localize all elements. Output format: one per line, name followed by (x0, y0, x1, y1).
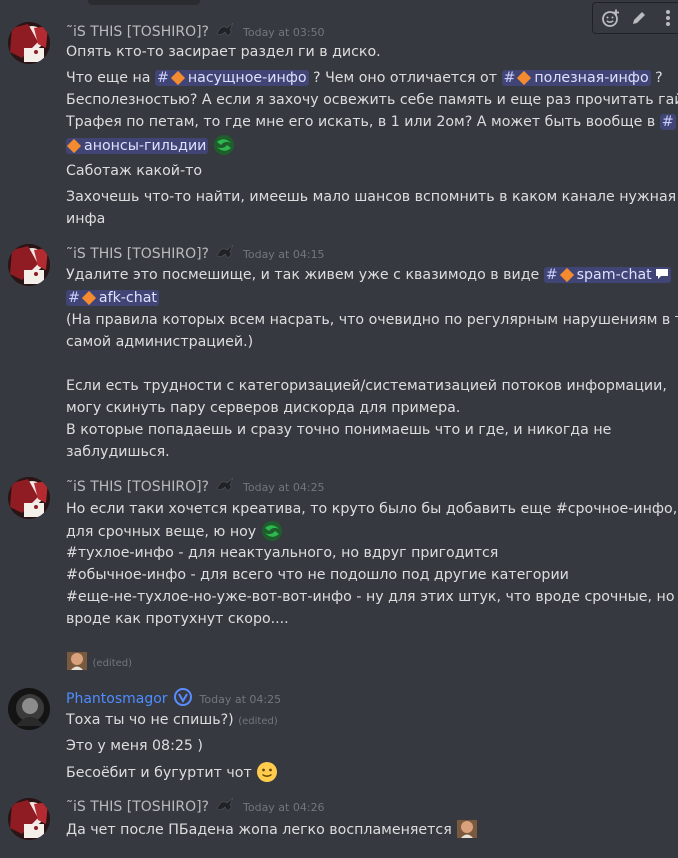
message-text: анонсы-гильдии (66, 134, 666, 157)
orange-diamond-icon (81, 290, 96, 306)
username[interactable]: ˜iS THIS [TOSHIRO]? (66, 799, 209, 815)
text-segment: Что еще на (66, 70, 155, 86)
timestamp: Today at 03:50 (243, 25, 325, 39)
add-reaction-icon[interactable] (601, 7, 621, 29)
green-emoji-icon[interactable] (261, 520, 283, 542)
dragon-badge-icon (215, 22, 235, 42)
message-header: ˜iS THIS [TOSHIRO]? Today at 03:50 (66, 22, 325, 42)
username[interactable]: ˜iS THIS [TOSHIRO]? (66, 479, 209, 495)
message-text: (На правила которых всем насрать, что оч… (66, 312, 678, 328)
username[interactable]: ˜iS THIS [TOSHIRO]? (66, 24, 209, 40)
channel-mention[interactable]: # afk-chat (66, 290, 159, 306)
previous-image-edge (88, 0, 200, 5)
text-segment: Тоха ты чо не спишь?) (66, 712, 234, 728)
orange-diamond-icon (559, 267, 574, 283)
hash-icon: # (503, 70, 516, 86)
hash-icon: # (545, 267, 558, 283)
hypesquad-badge-icon (173, 688, 192, 710)
timestamp: Today at 04:25 (199, 692, 282, 706)
avatar[interactable] (8, 244, 50, 286)
message-text: Да чет после ПБадена жопа легко воспламе… (66, 818, 666, 841)
channel-mention[interactable]: # насущное-инфо (155, 70, 309, 86)
avatar[interactable] (8, 22, 50, 64)
message-header: ˜iS THIS [TOSHIRO]? Today at 04:25 (66, 477, 325, 497)
more-options-icon[interactable] (658, 7, 678, 29)
channel-name: полезная-инфо (534, 70, 649, 86)
orange-diamond-icon (66, 138, 82, 154)
message-actions-toolbar (592, 2, 678, 34)
message-header: ˜iS THIS [TOSHIRO]? Today at 04:26 (66, 797, 325, 817)
message-text: Удалите это посмешище, и так живем уже с… (66, 264, 671, 286)
message-text: Саботаж какой-то (66, 163, 203, 179)
message-text: Трафея по петам, то где мне его искать, … (66, 111, 676, 133)
message-text: Если есть трудности с категоризацией/сис… (66, 378, 667, 394)
message-text: вроде как протухнут скоро.... (66, 611, 289, 627)
channel-mention[interactable]: анонсы-гильдии (66, 138, 209, 154)
text-segment: Да чет после ПБадена жопа легко воспламе… (66, 822, 452, 838)
message-text: заблудишься. (66, 444, 170, 460)
message-text: могу скинуть пару серверов дискорда для … (66, 400, 461, 416)
username[interactable]: ˜iS THIS [TOSHIRO]? (66, 246, 209, 262)
message-header: Phantosmagor Today at 04:25 (66, 688, 281, 710)
message-text: # afk-chat (66, 287, 666, 309)
timestamp: Today at 04:25 (243, 480, 325, 494)
dragon-badge-icon (215, 477, 235, 497)
message-text: Это у меня 08:25 ) (66, 738, 203, 754)
message-text: инфа (66, 211, 106, 227)
message-text: Бесоёбит и бугуртит чот (66, 761, 666, 784)
message-text: самой администрацией.) (66, 334, 254, 350)
timestamp: Today at 04:15 (243, 247, 325, 261)
edited-marker: (edited) (238, 716, 278, 727)
message-header: ˜iS THIS [TOSHIRO]? Today at 04:15 (66, 244, 325, 264)
avatar[interactable] (8, 688, 50, 730)
text-segment: Бесоёбит и бугуртит чот (66, 765, 252, 781)
message-text: В которые попадаешь и сразу точно понима… (66, 422, 612, 438)
channel-name: анонсы-гильдии (84, 138, 207, 154)
text-segment: ? Чем оно отличается от (308, 70, 502, 86)
message-text: (edited) (66, 650, 666, 675)
dragon-badge-icon (215, 797, 235, 817)
slight-smile-emoji-icon[interactable] (256, 761, 278, 783)
message-text: #тухлое-инфо - для неактуального, но вдр… (66, 545, 499, 561)
username[interactable]: Phantosmagor (66, 691, 168, 707)
avatar[interactable] (8, 477, 50, 519)
hash-icon: # (157, 70, 169, 86)
edited-marker: (edited) (92, 658, 133, 669)
orange-diamond-icon (170, 70, 185, 86)
text-segment: Трафея по петам, то где мне его искать, … (66, 114, 660, 130)
message-text: для срочных веще, ю ноу (66, 520, 666, 543)
channel-mention[interactable]: # полезная-инфо (501, 70, 651, 86)
orange-diamond-icon (517, 70, 532, 86)
hash-icon: # (68, 290, 80, 306)
avatar[interactable] (8, 798, 50, 840)
message-text: #еще-не-тухлое-но-уже-вот-вот-инфо - ну … (66, 589, 675, 605)
message-text: Что еще на # насущное-инфо ? Чем оно отли… (66, 67, 666, 89)
channel-mention[interactable]: # spam-chat (543, 267, 671, 283)
message-text: Опять кто-то засирает раздел ги в диско. (66, 44, 381, 60)
channel-name: spam-chat (576, 267, 652, 283)
message-text: Захочешь что-то найти, имеешь мало шансо… (66, 189, 677, 205)
meme-face-emoji-icon[interactable] (456, 818, 478, 840)
green-emoji-icon[interactable] (213, 134, 235, 156)
message-text: #обычное-инфо - для всего что не подошло… (66, 567, 569, 583)
meme-face-emoji-icon[interactable] (66, 650, 88, 672)
dragon-badge-icon (215, 244, 235, 264)
channel-name: afk-chat (98, 290, 157, 306)
text-segment: ? (650, 70, 663, 86)
text-segment: для срочных веще, ю ноу (66, 524, 257, 540)
hash-icon[interactable]: # (659, 114, 676, 130)
message-text: Но если таки хочется креатива, то круто … (66, 501, 678, 517)
timestamp: Today at 04:26 (243, 800, 325, 814)
message-text: Тоха ты чо не спишь?) (edited) (66, 709, 666, 733)
text-segment: Удалите это посмешище, и так живем уже с… (66, 267, 544, 283)
message-text: Бесполезностью? А если я захочу освежить… (66, 92, 678, 108)
speech-bubble-icon (655, 267, 669, 283)
edit-pencil-icon[interactable] (629, 7, 649, 29)
channel-name: насущное-инфо (187, 70, 307, 86)
